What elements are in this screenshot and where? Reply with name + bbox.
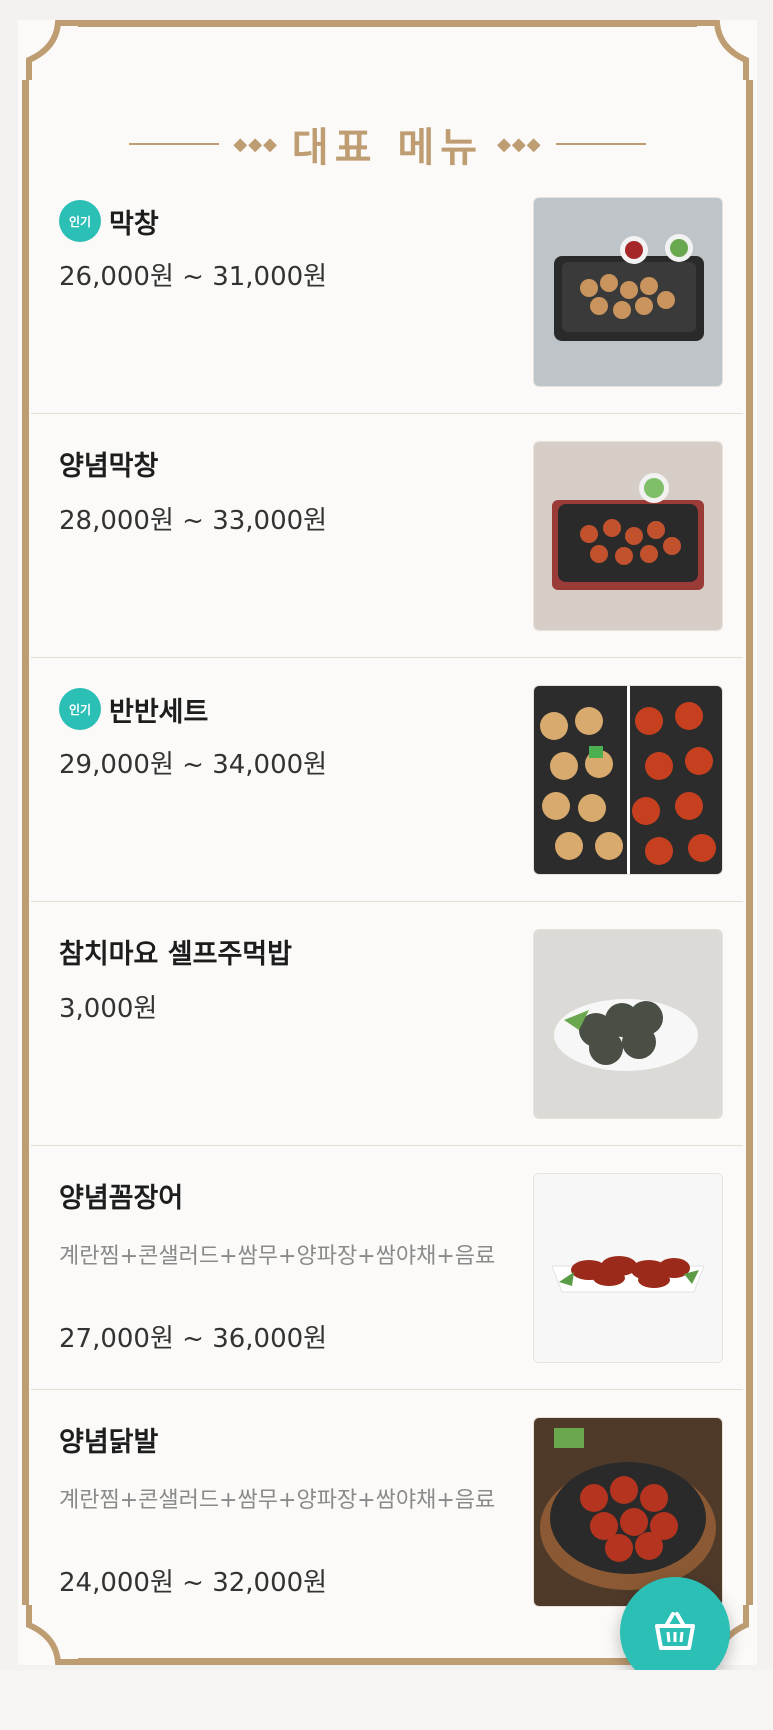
menu-item-price: 29,000원 ~ 34,000원 (59, 750, 328, 780)
menu-item-price: 26,000원 ~ 31,000원 (59, 262, 328, 292)
menu-item-description: 계란찜+콘샐러드+쌈무+양파장+쌈야채+음료 (59, 1488, 496, 1513)
menu-item-photo (533, 1173, 723, 1363)
menu-item-price: 3,000원 (59, 994, 158, 1024)
frame-rail-right (746, 80, 753, 1605)
menu-item-name-row: 양념꼼장어 (59, 1176, 183, 1215)
menu-item-photo (533, 441, 723, 631)
section-title: 대표 메뉴 (291, 125, 484, 171)
heading-diamond-icon: ◆◆◆ (233, 133, 278, 155)
heading-line-right (555, 143, 646, 145)
heading-diamond-icon: ◆◆◆ (497, 133, 542, 155)
heading-line-left (129, 143, 220, 145)
menu-item-price: 28,000원 ~ 33,000원 (59, 506, 328, 536)
menu-item-description: 계란찜+콘샐러드+쌈무+양파장+쌈야채+음료 (59, 1244, 496, 1269)
menu-item-photo (533, 685, 723, 875)
popular-badge: 인기 (59, 200, 101, 242)
menu-item-name-row: 양념막창 (59, 444, 158, 483)
menu-item-price: 27,000원 ~ 36,000원 (59, 1324, 328, 1354)
menu-item-yangnyeom-makchang[interactable]: 양념막창 28,000원 ~ 33,000원 (31, 414, 743, 658)
shopping-basket-icon (655, 1612, 695, 1650)
section-heading: ◆◆◆ 대표 메뉴 ◆◆◆ (18, 116, 757, 172)
frame-rail-left (22, 80, 29, 1605)
menu-list: 인기 막창 26,000원 ~ 31,000원 양념막창 28,000원 ~ 3… (31, 170, 743, 1633)
popular-badge: 인기 (59, 688, 101, 730)
menu-item-banban-set[interactable]: 인기 반반세트 29,000원 ~ 34,000원 (31, 658, 743, 902)
menu-item-name: 양념꼼장어 (59, 1183, 184, 1214)
frame-corner (697, 20, 749, 80)
menu-item-photo (533, 197, 723, 387)
menu-item-name: 양념막창 (59, 451, 159, 482)
menu-item-price: 24,000원 ~ 32,000원 (59, 1568, 328, 1598)
menu-item-name: 막창 (109, 208, 159, 240)
frame-cap-top (78, 20, 697, 27)
frame-cap-bottom (78, 1658, 697, 1665)
menu-item-yangnyeom-kkomjangeo[interactable]: 양념꼼장어 계란찜+콘샐러드+쌈무+양파장+쌈야채+음료 27,000원 ~ 3… (31, 1146, 743, 1390)
menu-item-tuna-mayo-riceball[interactable]: 참치마요 셀프주먹밥 3,000원 (31, 902, 743, 1146)
menu-item-name-row: 참치마요 셀프주먹밥 (59, 932, 292, 971)
menu-item-name-row: 인기 반반세트 (59, 688, 208, 730)
menu-item-photo (533, 929, 723, 1119)
bottom-bar (0, 1670, 773, 1730)
frame-corner (26, 20, 78, 80)
menu-item-name-row: 양념닭발 (59, 1420, 158, 1459)
menu-item-makchang[interactable]: 인기 막창 26,000원 ~ 31,000원 (31, 170, 743, 414)
menu-item-name: 반반세트 (109, 696, 209, 728)
menu-item-name-row: 인기 막창 (59, 200, 159, 242)
menu-item-photo (533, 1417, 723, 1607)
menu-item-name: 참치마요 셀프주먹밥 (59, 939, 292, 970)
menu-item-name: 양념닭발 (59, 1427, 159, 1458)
